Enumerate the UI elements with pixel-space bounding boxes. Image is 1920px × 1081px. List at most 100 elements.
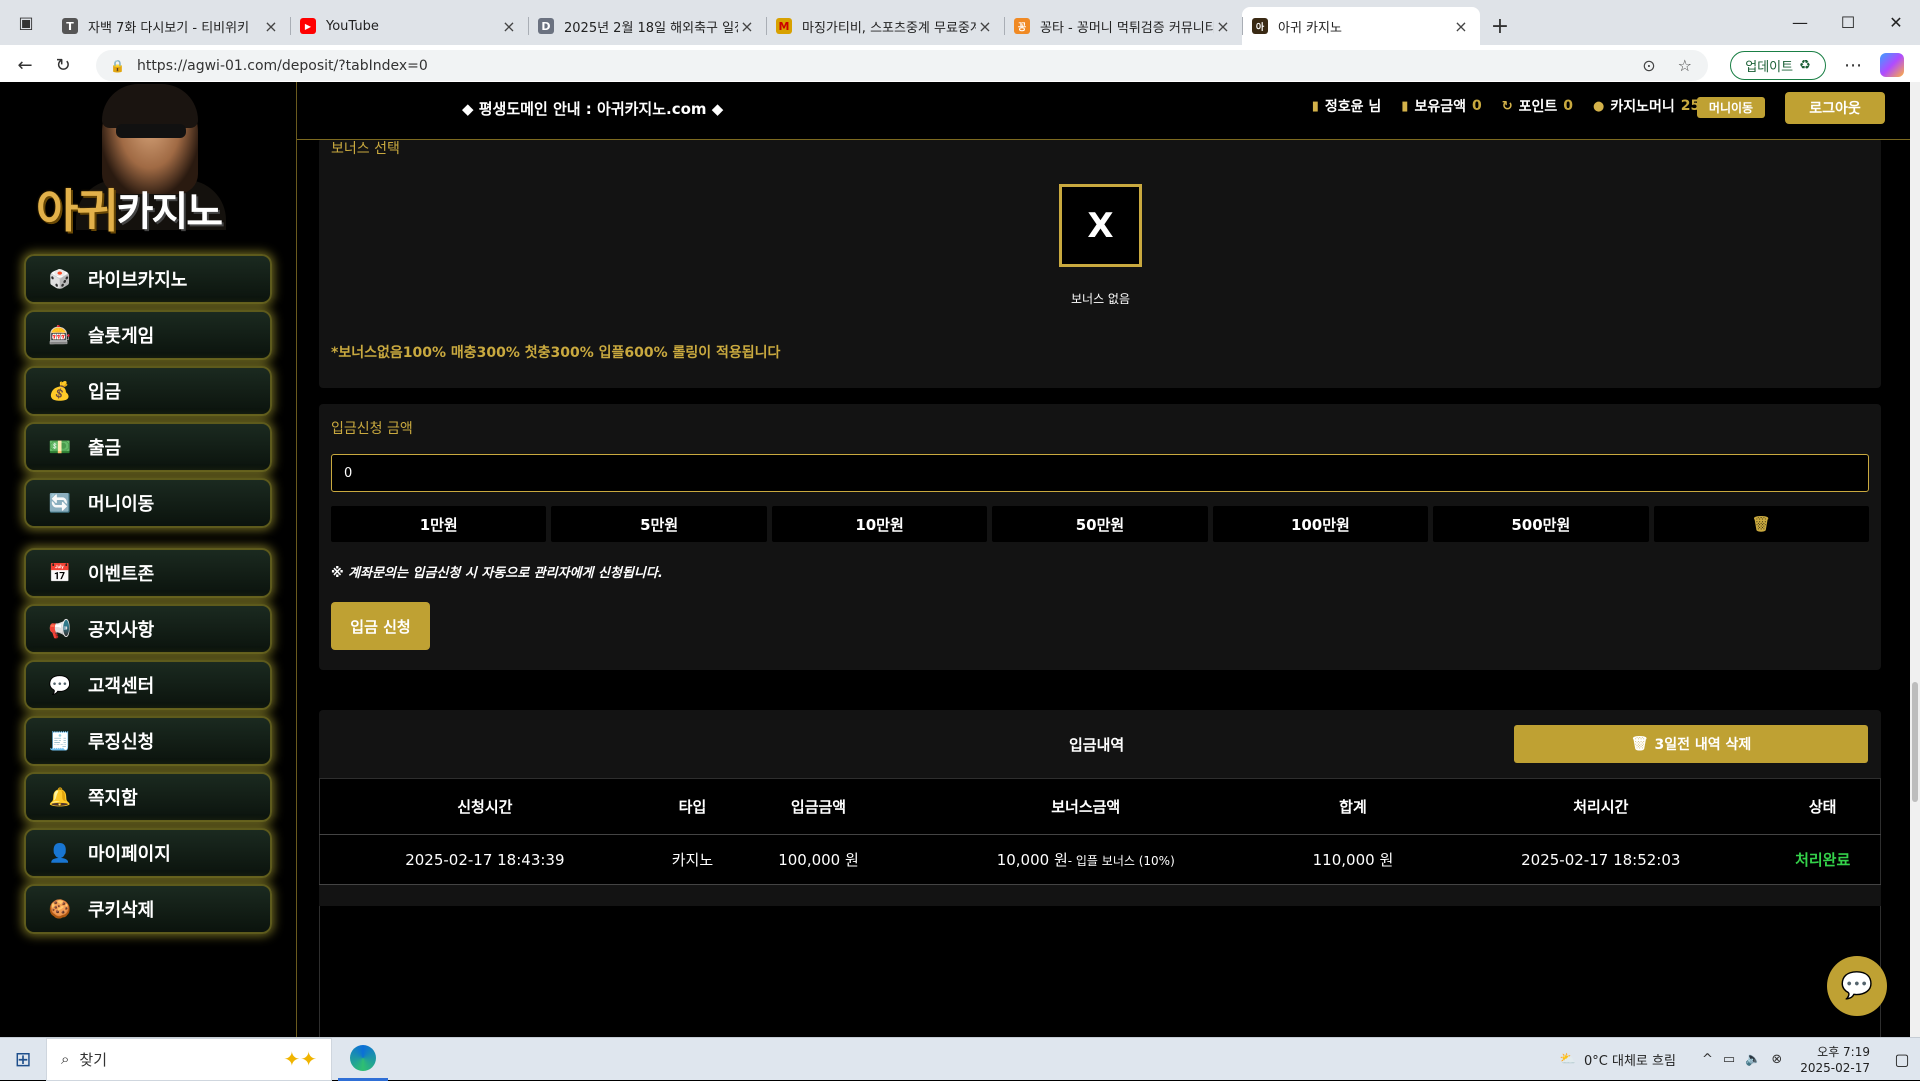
amount-10k-button[interactable]: 1만원 [331, 506, 547, 542]
taskbar-search[interactable]: ⌕ 찾기 ✦✦ [46, 1037, 332, 1081]
calendar-icon: 📅 [48, 562, 72, 584]
tab-2[interactable]: D 2025년 2월 18일 해외축구 일정 - × [528, 7, 766, 45]
sub-menu: 📅 이벤트존 📢 공지사항 💬 고객센터 🧾 루징신청 🔔 쪽지함 👤 마이페이지 🍪 쿠키삭… [24, 548, 272, 940]
close-icon[interactable]: × [1452, 17, 1470, 36]
favorite-star-icon[interactable]: ☆ [1678, 56, 1692, 75]
weather-widget[interactable]: ⛅ 0°C 대체로 흐림 [1560, 1050, 1676, 1069]
chevron-up-icon[interactable]: ^ [1702, 1052, 1713, 1067]
amount-1m-button[interactable]: 100만원 [1212, 506, 1429, 542]
deposit-request-panel: 입금신청 금액 1만원 5만원 10만원 50만원 100만원 500만원 🗑 … [319, 404, 1881, 670]
taskbar-clock[interactable]: 오후 7:19 2025-02-17 [1800, 1044, 1870, 1076]
close-icon[interactable]: × [976, 17, 994, 36]
logo-figure-hair [102, 84, 198, 128]
col-requested-time: 신청시간 [319, 778, 650, 835]
tab-1[interactable]: ▶ YouTube × [290, 7, 528, 45]
tab-4[interactable]: 꽁 꽁타 - 꽁머니 먹튀검증 커뮤니티 × [1004, 7, 1242, 45]
casino-money-info: ● 카지노머니 250 [1593, 96, 1710, 116]
network-icon[interactable]: ▭ [1723, 1052, 1735, 1067]
dice-icon: 🎲 [48, 268, 72, 290]
reader-icon[interactable]: ⊙ [1642, 56, 1655, 75]
volume-icon[interactable]: 🔈 [1745, 1052, 1761, 1067]
tray-icons: ^ ▭ 🔈 ⊗ [1702, 1052, 1782, 1067]
edge-browser-icon[interactable] [338, 1038, 388, 1081]
copilot-icon[interactable] [1880, 53, 1904, 77]
page-scrollbar[interactable] [1910, 82, 1920, 1037]
sidebar-item-label: 입금 [88, 382, 122, 403]
table-header-row: 신청시간 타입 입금금액 보너스금액 합계 처리시간 상태 [319, 778, 1881, 835]
tab-0[interactable]: T 자백 7화 다시보기 - 티비위키 × [52, 7, 290, 45]
amount-buttons: 1만원 5만원 10만원 50만원 100만원 500만원 🗑 [331, 506, 1869, 542]
tab-title: 꽁타 - 꽁머니 먹튀검증 커뮤니티 [1040, 20, 1214, 36]
sidebar-item-clear-cookies[interactable]: 🍪 쿠키삭제 [24, 884, 272, 934]
site-header: ◆ 평생도메인 안내 : 아귀카지노.com ◆ ▮ 정호윤 님 ▮ 보유금액 0 ↻… [297, 82, 1910, 140]
search-icon: ⌕ [61, 1050, 70, 1068]
sidebar-item-live-casino[interactable]: 🎲 라이브카지노 [24, 254, 272, 304]
amount-5m-button[interactable]: 500만원 [1433, 506, 1649, 542]
close-icon[interactable]: × [738, 17, 756, 36]
sidebar-item-money-move[interactable]: 🔄 머니이동 [24, 478, 272, 528]
col-type: 타입 [649, 778, 736, 835]
logo-sunglasses [116, 124, 186, 138]
url-field[interactable]: 🔒 https://agwi-01.com/deposit/?tabIndex=… [96, 50, 1708, 81]
close-icon[interactable]: × [500, 17, 518, 36]
trash-icon: 🗑 [1630, 736, 1649, 752]
amount-500k-button[interactable]: 50만원 [992, 506, 1208, 542]
deposit-submit-button[interactable]: 입금 신청 [331, 602, 430, 650]
minimize-icon[interactable]: — [1776, 0, 1824, 45]
window-close-icon[interactable]: ✕ [1872, 0, 1920, 45]
deposit-amount-label: 입금신청 금액 [331, 421, 413, 437]
clear-amount-button[interactable]: 🗑 [1653, 506, 1869, 542]
close-icon[interactable]: × [1214, 17, 1232, 36]
sparkles-icon: ✦✦ [283, 1047, 317, 1071]
sidebar-item-notice[interactable]: 📢 공지사항 [24, 604, 272, 654]
tab-actions-icon[interactable]: ▣ [0, 0, 52, 45]
logout-button[interactable]: 로그아웃 [1785, 92, 1885, 124]
tab-title: 2025년 2월 18일 해외축구 일정 - [564, 20, 738, 36]
deposit-amount-input[interactable] [331, 454, 1869, 492]
sidebar-item-slot-game[interactable]: 🎰 슬롯게임 [24, 310, 272, 360]
sidebar-item-my-page[interactable]: 👤 마이페이지 [24, 828, 272, 878]
sidebar-item-messages[interactable]: 🔔 쪽지함 [24, 772, 272, 822]
browser-update-button[interactable]: 업데이트 ♻ [1730, 51, 1826, 80]
refresh-icon[interactable]: ↻ [44, 49, 82, 81]
receipt-icon: 🧾 [48, 730, 72, 752]
site-logo[interactable]: 아귀 카지노 [36, 84, 266, 238]
mute-icon[interactable]: ⊗ [1771, 1052, 1782, 1067]
notification-icon[interactable]: ▢ [1884, 1038, 1920, 1081]
trash-icon: 🗑 [1751, 515, 1771, 533]
maximize-icon[interactable]: ☐ [1824, 0, 1872, 45]
col-status: 상태 [1765, 778, 1881, 835]
clock-date: 2025-02-17 [1800, 1060, 1870, 1075]
money-move-button[interactable]: 머니이동 [1697, 97, 1765, 118]
tab-3[interactable]: M 마징가티비, 스포츠중계 무료중계 × [766, 7, 1004, 45]
tab-favicon: T [62, 18, 78, 34]
main-menu: 🎲 라이브카지노 🎰 슬롯게임 💰 입금 💵 출금 🔄 머니이동 [24, 254, 272, 534]
delete-old-history-button[interactable]: 🗑 3일전 내역 삭제 [1514, 725, 1868, 763]
cell-requested-time: 2025-02-17 18:43:39 [319, 834, 650, 885]
bonus-option-none[interactable]: X [1059, 184, 1142, 267]
sidebar-item-withdraw[interactable]: 💵 출금 [24, 422, 272, 472]
sidebar-item-losing-request[interactable]: 🧾 루징신청 [24, 716, 272, 766]
new-tab-button[interactable]: + [1480, 7, 1520, 45]
amount-100k-button[interactable]: 10만원 [771, 506, 988, 542]
more-options-icon[interactable]: ⋯ [1838, 51, 1868, 80]
sidebar-item-event-zone[interactable]: 📅 이벤트존 [24, 548, 272, 598]
chat-icon: 💬 [48, 674, 72, 696]
scrollbar-thumb[interactable] [1912, 682, 1918, 802]
sidebar-item-customer-center[interactable]: 💬 고객센터 [24, 660, 272, 710]
live-chat-button[interactable]: 💬 [1827, 956, 1887, 1016]
youtube-icon: ▶ [300, 18, 316, 34]
sidebar-item-deposit[interactable]: 💰 입금 [24, 366, 272, 416]
windows-start-icon[interactable]: ⊞ [0, 1038, 46, 1081]
browser-tab-bar: ▣ T 자백 7화 다시보기 - 티비위키 × ▶ YouTube × D 20… [0, 0, 1920, 45]
user-icon: 👤 [48, 842, 72, 864]
back-icon[interactable]: ← [6, 49, 44, 81]
amount-50k-button[interactable]: 5만원 [551, 506, 767, 542]
tab-title: YouTube [326, 18, 379, 34]
col-total: 합계 [1269, 778, 1437, 835]
deposit-history-title: 입금내역 [1069, 736, 1125, 754]
close-icon[interactable]: × [262, 17, 280, 36]
coin-icon: ● [1593, 98, 1605, 114]
tab-5-active[interactable]: 아 아귀 카지노 × [1242, 7, 1480, 45]
address-bar: ← ↻ 🔒 https://agwi-01.com/deposit/?tabIn… [0, 45, 1920, 86]
